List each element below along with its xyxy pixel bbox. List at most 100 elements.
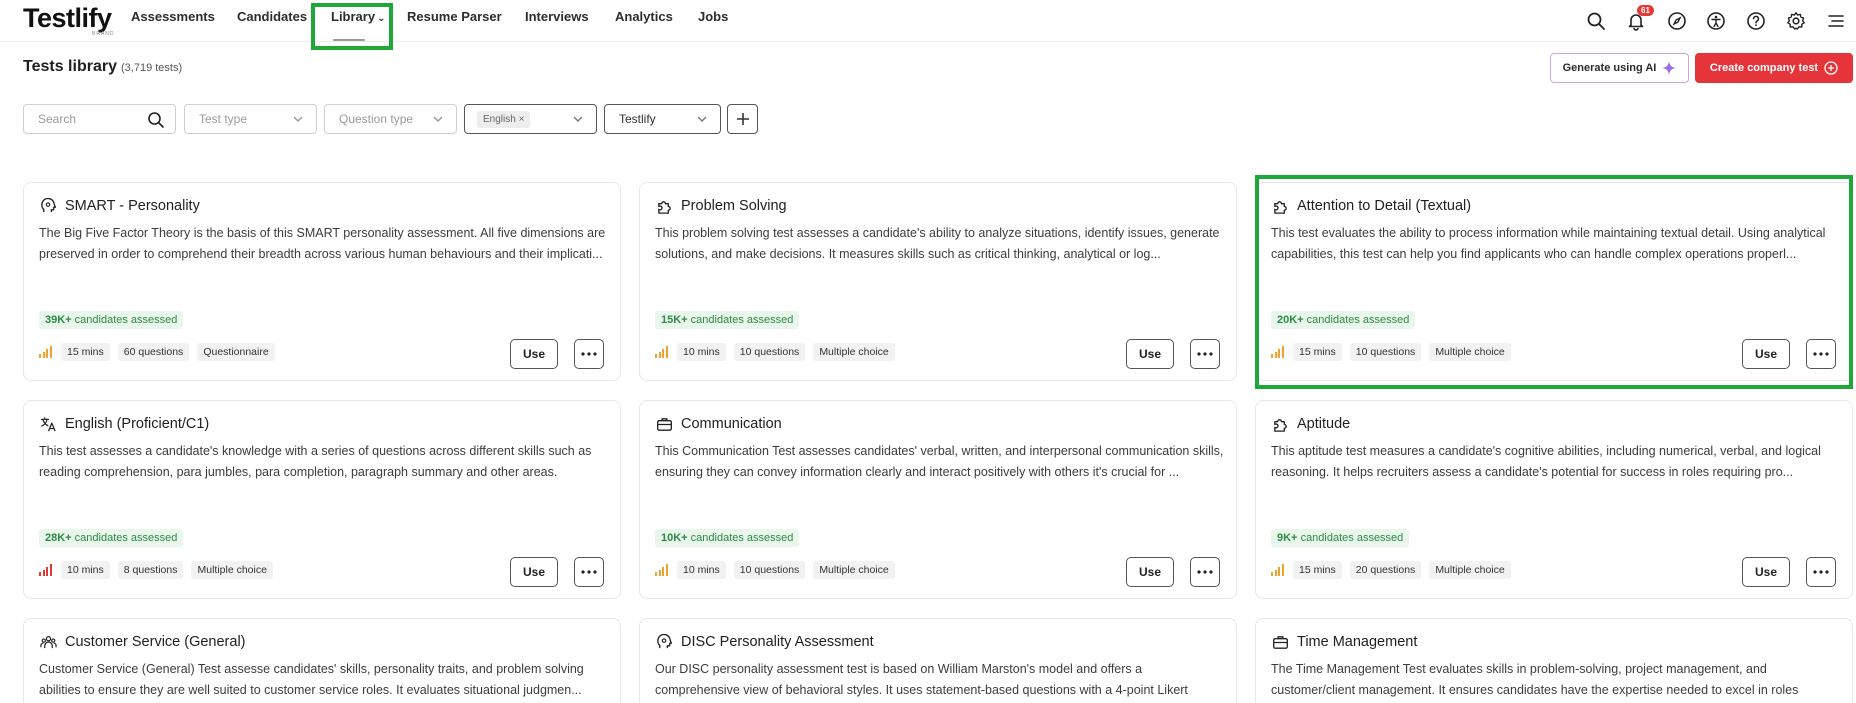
- use-button[interactable]: Use: [1742, 339, 1790, 369]
- more-options-button[interactable]: [1806, 339, 1836, 369]
- search-icon[interactable]: [1580, 5, 1612, 37]
- card-description: This Communication Test assesses candida…: [655, 444, 1224, 479]
- accessibility-icon[interactable]: [1700, 5, 1732, 37]
- testlify-logo[interactable]: Testlify: [23, 3, 112, 34]
- card-title-text: Communication: [681, 416, 782, 432]
- card-description: This test assesses a candidate's knowled…: [39, 444, 592, 479]
- nav-jobs[interactable]: Jobs: [698, 9, 728, 24]
- card-title[interactable]: DISC Personality Assessment: [655, 633, 874, 651]
- card-title[interactable]: SMART - Personality: [39, 197, 200, 215]
- help-icon[interactable]: [1740, 5, 1772, 37]
- search-icon: [148, 112, 164, 128]
- settings-icon[interactable]: [1780, 5, 1812, 37]
- more-options-button[interactable]: [1190, 339, 1220, 369]
- card-title-text: Aptitude: [1297, 416, 1351, 432]
- create-company-test-button[interactable]: Create company test: [1695, 53, 1853, 83]
- more-options-button[interactable]: [574, 339, 604, 369]
- nav-analytics[interactable]: Analytics: [615, 9, 673, 24]
- test-card[interactable]: Attention to Detail (Textual) This test e…: [1255, 182, 1853, 381]
- card-title-text: English (Proficient/C1): [65, 416, 210, 432]
- use-button[interactable]: Use: [1126, 339, 1174, 369]
- nav-interviews[interactable]: Interviews: [525, 9, 589, 24]
- search-placeholder: Search: [38, 112, 77, 126]
- card-description: Our DISC personality assessment test is …: [655, 662, 1188, 697]
- question-type-tag: Questionnaire: [197, 343, 275, 361]
- use-button[interactable]: Use: [1742, 557, 1790, 587]
- test-card[interactable]: Customer Service (General) Customer Servi…: [23, 618, 621, 703]
- test-card[interactable]: Communication This Communication Test ass…: [639, 400, 1237, 599]
- add-filter-button[interactable]: [727, 104, 758, 134]
- assessed-label: candidates assessed: [690, 314, 794, 326]
- nav-candidates[interactable]: Candidates: [237, 9, 307, 24]
- test-card[interactable]: DISC Personality Assessment Our DISC pers…: [639, 618, 1237, 703]
- generate-using-ai-button[interactable]: Generate using AI: [1550, 53, 1689, 83]
- assessed-count: 39K+: [45, 314, 72, 326]
- test-card[interactable]: Problem Solving This problem solving test…: [639, 182, 1237, 381]
- question-type-tag: Multiple choice: [1429, 561, 1511, 579]
- card-meta: 10 mins 8 questions Multiple choice: [39, 561, 273, 579]
- create-company-test-label: Create company test: [1709, 62, 1819, 74]
- more-options-button[interactable]: [574, 557, 604, 587]
- card-title[interactable]: Aptitude: [1271, 415, 1350, 433]
- close-icon[interactable]: ×: [519, 114, 525, 125]
- duration-tag: 15 mins: [1293, 561, 1342, 579]
- card-meta: 15 mins 60 questions Questionnaire: [39, 343, 275, 361]
- head-icon: [39, 197, 57, 215]
- card-description: This problem solving test assesses a can…: [655, 226, 1220, 261]
- chevron-down-icon: [697, 116, 707, 122]
- questions-tag: 8 questions: [117, 561, 184, 579]
- test-card[interactable]: SMART - Personality The Big Five Factor T…: [23, 182, 621, 381]
- compass-icon[interactable]: [1661, 5, 1693, 37]
- question-type-select[interactable]: Question type: [324, 104, 457, 134]
- card-title-text: Customer Service (General): [65, 634, 246, 650]
- card-title[interactable]: Time Management: [1271, 633, 1417, 651]
- use-button[interactable]: Use: [510, 557, 558, 587]
- assessed-badge: 20K+ candidates assessed: [1271, 311, 1416, 329]
- test-type-label: Test type: [199, 112, 248, 126]
- questions-tag: 10 questions: [1349, 343, 1422, 361]
- card-description: This test evaluates the ability to proce…: [1271, 226, 1826, 261]
- card-title[interactable]: Problem Solving: [655, 197, 787, 215]
- card-title[interactable]: Attention to Detail (Textual): [1271, 197, 1471, 215]
- language-select[interactable]: English ×: [464, 104, 597, 134]
- card-title-text: SMART - Personality: [65, 198, 200, 214]
- assessed-count: 9K+: [1277, 532, 1298, 544]
- use-button[interactable]: Use: [1126, 557, 1174, 587]
- assessed-badge: 15K+ candidates assessed: [655, 311, 800, 329]
- test-card[interactable]: English (Proficient/C1) This test assesse…: [23, 400, 621, 599]
- search-input[interactable]: Search: [23, 104, 176, 134]
- use-button[interactable]: Use: [510, 339, 558, 369]
- nav-assessments[interactable]: Assessments: [131, 9, 215, 24]
- top-navbar: Testlify BRAND Assessments Candidates Li…: [0, 0, 1856, 42]
- language-chip[interactable]: English ×: [477, 110, 531, 128]
- more-horizontal-icon: [1197, 570, 1213, 574]
- question-type-tag: Multiple choice: [813, 343, 895, 361]
- card-description: This aptitude test measures a candidate'…: [1271, 444, 1821, 479]
- question-type-tag: Multiple choice: [191, 561, 273, 579]
- more-horizontal-icon: [1197, 352, 1213, 356]
- notifications-button[interactable]: 61: [1620, 5, 1654, 37]
- test-card[interactable]: Time Management The Time Management Test …: [1255, 618, 1853, 703]
- language-chip-label: English: [483, 113, 516, 125]
- card-meta: 15 mins 20 questions Multiple choice: [1271, 561, 1511, 579]
- header-actions: 61: [1580, 5, 1856, 37]
- test-card[interactable]: Aptitude This aptitude test measures a ca…: [1255, 400, 1853, 599]
- provider-select[interactable]: Testlify: [604, 104, 721, 134]
- duration-tag: 10 mins: [677, 561, 726, 579]
- chevron-down-icon: [433, 116, 443, 122]
- nav-resume-parser[interactable]: Resume Parser: [407, 9, 502, 24]
- chevron-down-icon: ⌄: [377, 13, 386, 24]
- assessed-count: 28K+: [45, 532, 72, 544]
- puzzle-icon: [1271, 415, 1289, 433]
- menu-icon[interactable]: [1820, 5, 1852, 37]
- card-title[interactable]: English (Proficient/C1): [39, 415, 209, 433]
- logo-subtext: BRAND: [92, 31, 115, 37]
- card-title[interactable]: Customer Service (General): [39, 633, 246, 651]
- card-title[interactable]: Communication: [655, 415, 782, 433]
- nav-library[interactable]: Library ⌄: [331, 9, 385, 24]
- assessed-label: candidates assessed: [74, 314, 178, 326]
- more-options-button[interactable]: [1190, 557, 1220, 587]
- difficulty-bars-icon: [655, 346, 669, 358]
- test-type-select[interactable]: Test type: [184, 104, 317, 134]
- more-options-button[interactable]: [1806, 557, 1836, 587]
